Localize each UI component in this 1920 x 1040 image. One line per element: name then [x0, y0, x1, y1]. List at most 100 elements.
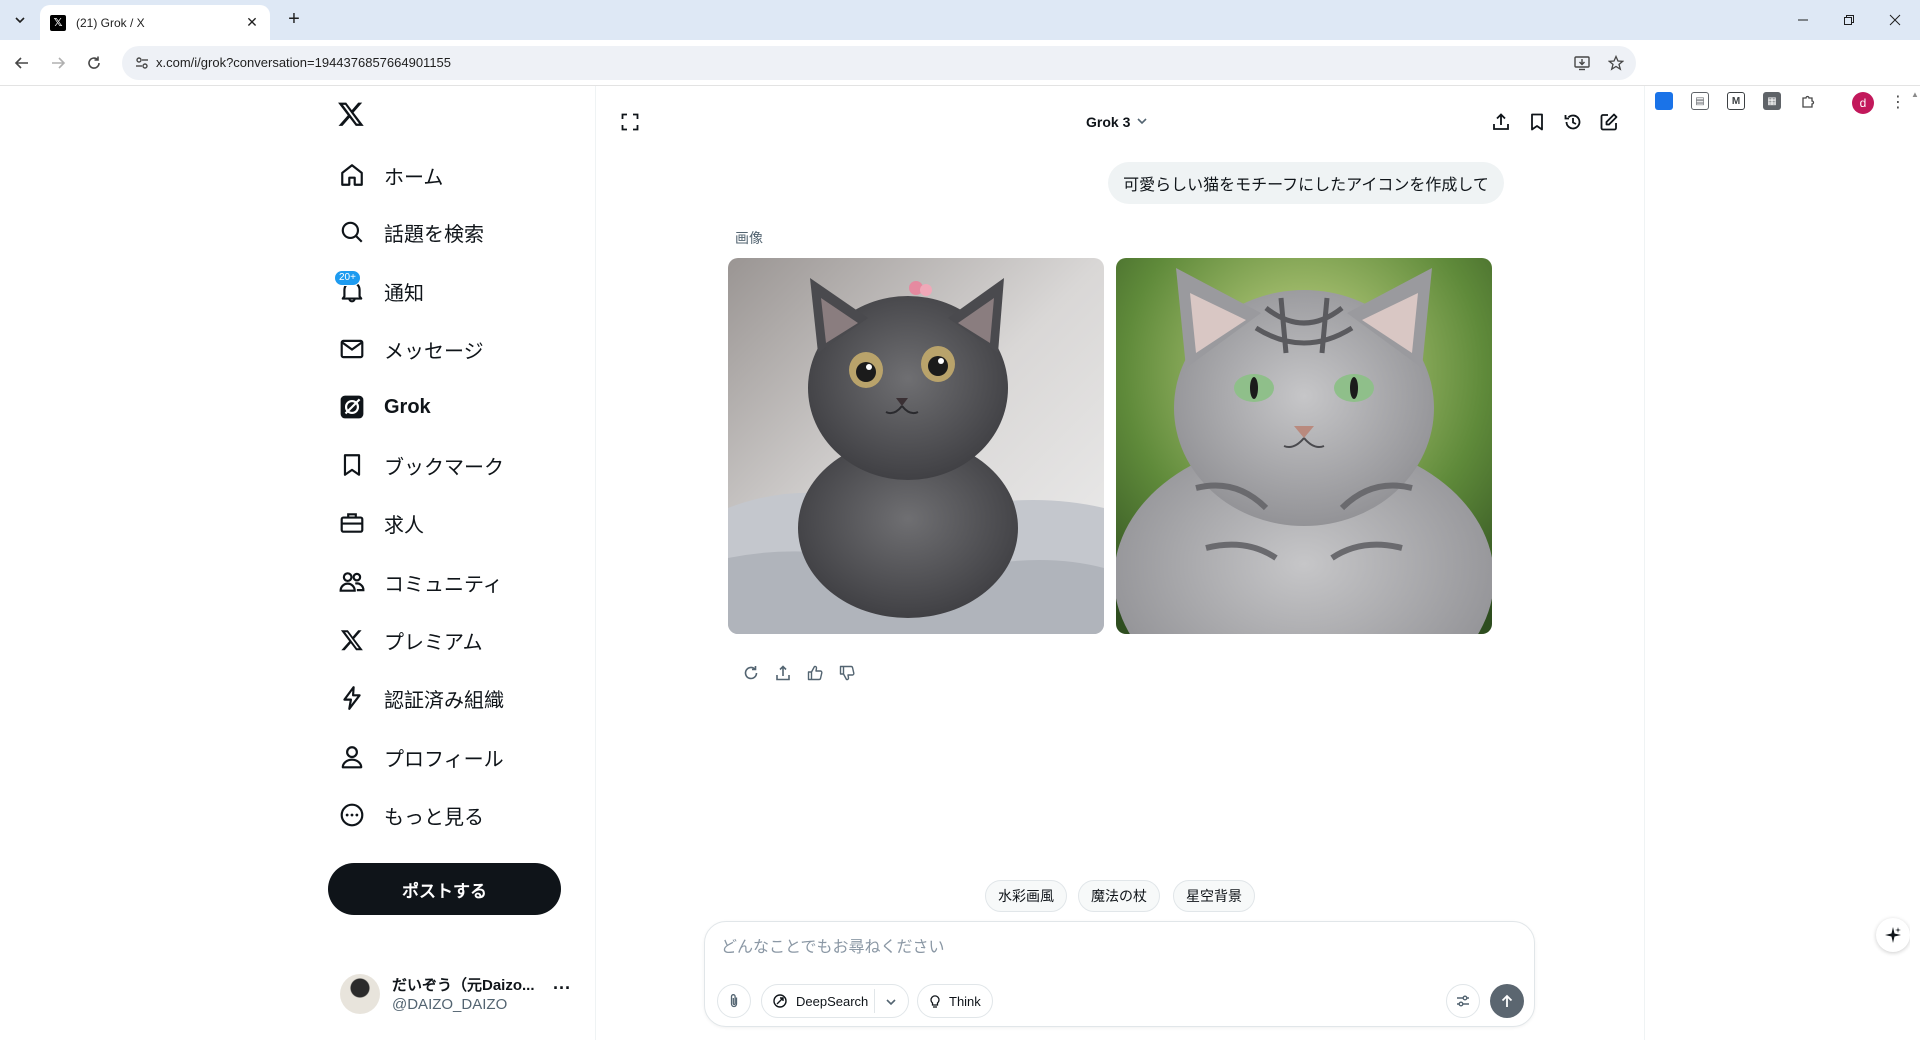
generated-image-2[interactable] — [1116, 258, 1492, 634]
reload-icon — [86, 55, 102, 71]
sidebar-item-label: 話題を検索 — [384, 218, 484, 247]
bookmark-star-icon[interactable] — [1606, 53, 1626, 73]
paperclip-icon — [726, 993, 742, 1009]
account-name: だいぞう（元Daizo... — [392, 974, 535, 995]
bookmark-icon[interactable] — [1525, 110, 1549, 134]
divider — [874, 989, 875, 1013]
sidebar-item-grok[interactable]: Grok — [328, 382, 443, 432]
browser-tab-strip: 𝕏 (21) Grok / X ✕ + — [0, 0, 1920, 40]
sidebar-item-premium[interactable]: プレミアム — [328, 615, 495, 665]
extension-document-icon[interactable]: ▤ — [1691, 92, 1709, 110]
tab-close-icon[interactable]: ✕ — [244, 14, 260, 31]
deepsearch-icon — [772, 993, 788, 1009]
grok-icon — [338, 393, 366, 421]
extension-m-icon[interactable]: M — [1727, 92, 1745, 110]
browser-menu-icon[interactable]: ⋮ — [1888, 90, 1908, 116]
profile-avatar[interactable]: d — [1852, 92, 1874, 114]
site-info-icon[interactable] — [132, 53, 152, 73]
post-button[interactable]: ポストする — [328, 863, 561, 915]
suggestion-chip[interactable]: 星空背景 — [1173, 880, 1255, 912]
deepsearch-button[interactable]: DeepSearch — [761, 984, 909, 1018]
history-icon[interactable] — [1561, 110, 1585, 134]
sidebar-item-verified-orgs[interactable]: 認証済み組織 — [328, 673, 516, 723]
install-app-icon[interactable] — [1572, 53, 1592, 73]
sidebar-item-label: Grok — [384, 396, 431, 419]
regenerate-icon[interactable] — [740, 662, 762, 684]
chevron-down-icon — [1136, 115, 1148, 130]
browser-toolbar: x.com/i/grok?conversation=19443768576649… — [0, 40, 1920, 86]
scrollbar[interactable]: ▲ — [1910, 86, 1920, 1040]
restore-button[interactable] — [1826, 0, 1872, 40]
share-icon[interactable] — [772, 662, 794, 684]
sidebar-item-label: 認証済み組織 — [384, 684, 504, 713]
sidebar-item-notifications[interactable]: 20+ 通知 — [328, 266, 436, 316]
forward-button[interactable] — [44, 49, 72, 77]
address-bar[interactable]: x.com/i/grok?conversation=19443768576649… — [122, 46, 1636, 80]
restore-icon — [1843, 14, 1855, 26]
send-button[interactable] — [1490, 984, 1524, 1018]
sidebar-item-search[interactable]: 話題を検索 — [328, 207, 496, 257]
thumbs-up-icon[interactable] — [804, 662, 826, 684]
sidebar-item-label: メッセージ — [384, 335, 484, 364]
model-name: Grok 3 — [1086, 114, 1130, 130]
attach-button[interactable] — [717, 984, 751, 1018]
tab-search-button[interactable] — [8, 8, 32, 32]
think-button[interactable]: Think — [917, 984, 993, 1018]
sidebar-item-communities[interactable]: コミュニティ — [328, 557, 515, 607]
expand-icon[interactable] — [618, 110, 642, 134]
sidebar-item-label: コミュニティ — [384, 568, 503, 597]
sliders-icon — [1455, 993, 1471, 1009]
model-selector[interactable]: Grok 3 — [1086, 110, 1148, 134]
notification-badge: 20+ — [334, 270, 361, 286]
community-icon — [338, 568, 366, 596]
deepsearch-label: DeepSearch — [796, 994, 868, 1009]
new-chat-icon[interactable] — [1597, 110, 1621, 134]
message-input[interactable] — [721, 934, 1501, 962]
account-switcher[interactable]: だいぞう（元Daizo... @DAIZO_DAIZO ··· — [340, 966, 580, 1022]
bell-icon: 20+ — [338, 277, 366, 305]
minimize-button[interactable] — [1780, 0, 1826, 40]
sidebar-item-profile[interactable]: プロフィール — [328, 732, 516, 782]
settings-button[interactable] — [1446, 984, 1480, 1018]
arrow-up-icon — [1499, 993, 1515, 1009]
thumbs-down-icon[interactable] — [836, 662, 858, 684]
close-window-button[interactable] — [1872, 0, 1918, 40]
search-icon — [338, 218, 366, 246]
more-options-icon[interactable]: ··· — [553, 978, 571, 999]
generated-image-1[interactable] — [728, 258, 1104, 634]
minimize-icon — [1797, 14, 1809, 26]
reload-button[interactable] — [80, 49, 108, 77]
extension-blue-icon[interactable] — [1655, 92, 1673, 110]
url-text: x.com/i/grok?conversation=19443768576649… — [156, 55, 451, 70]
share-icon[interactable] — [1489, 110, 1513, 134]
x-logo-icon[interactable] — [337, 100, 369, 132]
chevron-down-icon[interactable] — [882, 993, 900, 1011]
x-favicon-icon: 𝕏 — [50, 15, 66, 31]
scroll-up-icon[interactable]: ▲ — [1911, 90, 1919, 99]
sidebar-item-label: もっと見る — [384, 801, 484, 830]
browser-tab[interactable]: 𝕏 (21) Grok / X ✕ — [40, 5, 270, 40]
sidebar-item-label: 通知 — [384, 277, 424, 306]
think-label: Think — [949, 994, 981, 1009]
sidebar-item-label: ホーム — [384, 161, 443, 190]
suggestion-chip[interactable]: 水彩画風 — [985, 880, 1067, 912]
sidebar-item-messages[interactable]: メッセージ — [328, 324, 496, 374]
chevron-down-icon — [14, 14, 26, 26]
sidebar-item-jobs[interactable]: 求人 — [328, 498, 436, 548]
sidebar-item-bookmarks[interactable]: ブックマーク — [328, 440, 516, 490]
extensions-puzzle-icon[interactable] — [1799, 92, 1817, 110]
sidebar-item-label: プレミアム — [384, 626, 483, 655]
extension-grid-icon[interactable]: ▦ — [1763, 92, 1781, 110]
person-icon — [338, 743, 366, 771]
back-button[interactable] — [8, 49, 36, 77]
new-tab-button[interactable]: + — [282, 8, 306, 32]
tab-title: (21) Grok / X — [76, 16, 244, 30]
arrow-left-icon — [14, 55, 30, 71]
sidebar-item-home[interactable]: ホーム — [328, 150, 455, 200]
lightning-icon — [338, 684, 366, 712]
sparkle-icon — [1884, 926, 1902, 944]
column-divider — [1644, 86, 1645, 1040]
sidebar-item-more[interactable]: もっと見る — [328, 790, 496, 840]
suggestion-chip[interactable]: 魔法の杖 — [1078, 880, 1160, 912]
grok-sparkle-button[interactable] — [1876, 918, 1910, 952]
